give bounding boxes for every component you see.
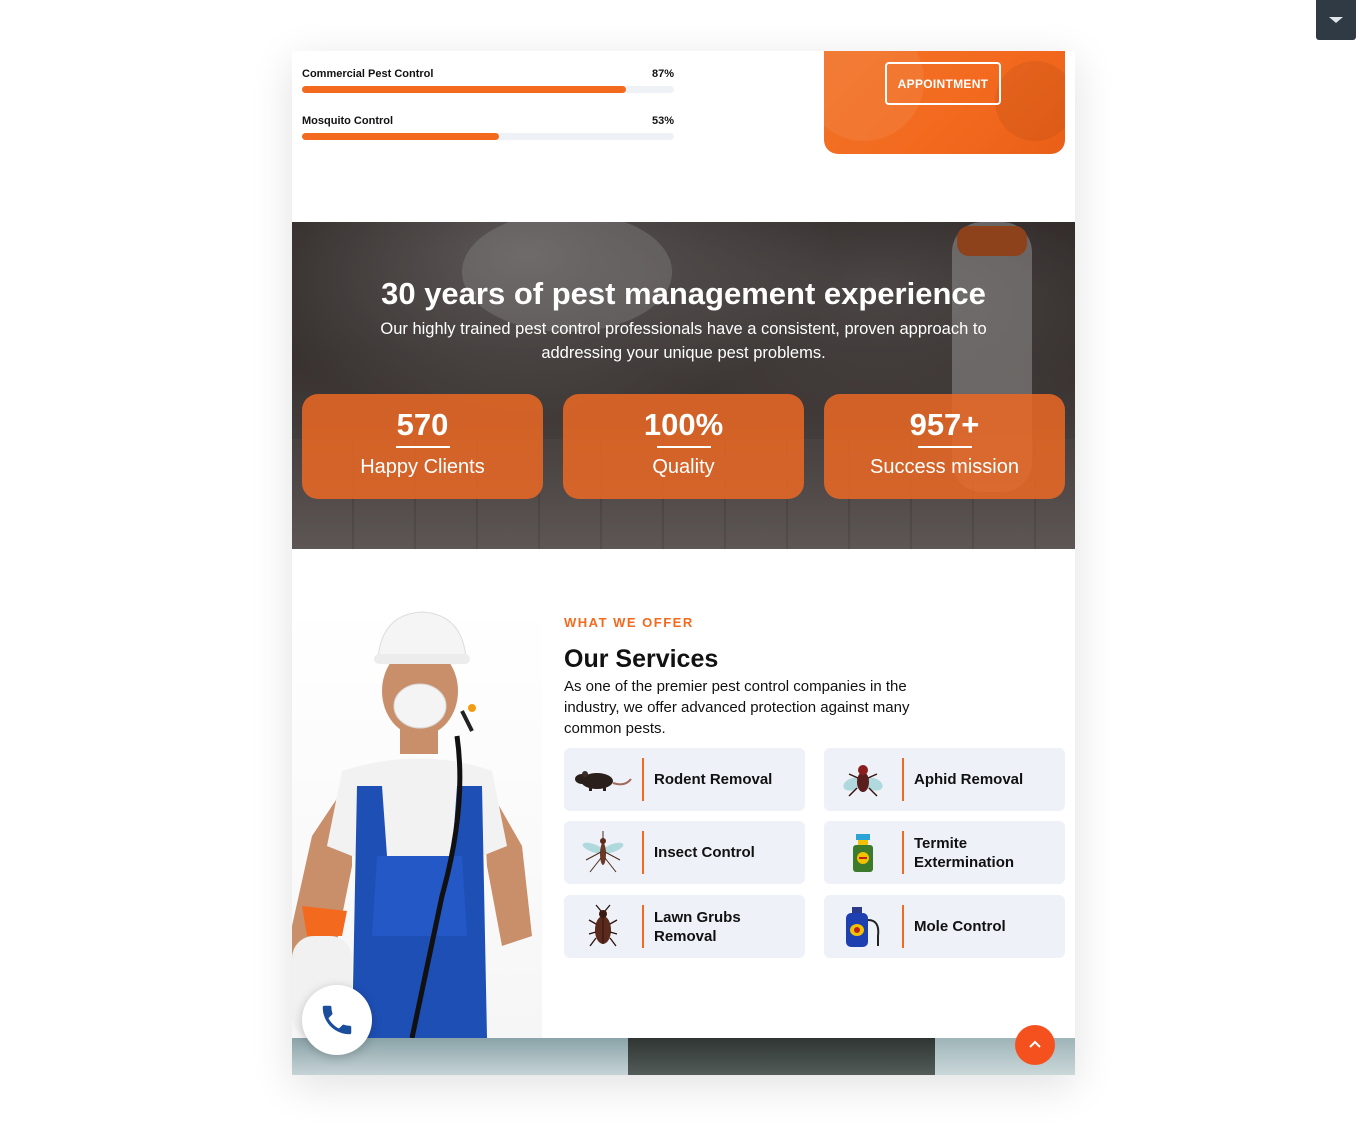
stat-happy-clients: 570 Happy Clients bbox=[302, 394, 543, 499]
service-insect-control[interactable]: Insect Control bbox=[564, 821, 805, 884]
service-separator bbox=[902, 758, 904, 801]
service-label: Rodent Removal bbox=[654, 771, 773, 788]
stat-divider bbox=[395, 446, 450, 448]
service-icon-wrap bbox=[564, 895, 642, 958]
appointment-button[interactable]: APPOINTMENT bbox=[885, 62, 1001, 105]
scroll-to-top-button[interactable] bbox=[1015, 1025, 1055, 1065]
service-rodent-removal[interactable]: Rodent Removal bbox=[564, 748, 805, 811]
experience-hero: 30 years of pest management experience O… bbox=[292, 222, 1075, 549]
skill-mosquito-control: Mosquito Control 53% bbox=[302, 115, 674, 140]
decor-circle bbox=[995, 61, 1065, 141]
service-separator bbox=[642, 758, 644, 801]
cockroach-icon bbox=[588, 904, 618, 946]
stat-quality: 100% Quality bbox=[563, 394, 804, 499]
progress-track bbox=[302, 133, 674, 140]
corner-dropdown-toggle[interactable] bbox=[1316, 0, 1356, 40]
service-aphid-removal[interactable]: Aphid Removal bbox=[824, 748, 1065, 811]
service-label: Insect Control bbox=[654, 844, 755, 861]
gallery-image bbox=[628, 1038, 935, 1075]
skill-label: Mosquito Control bbox=[302, 115, 394, 127]
service-label: Termite Extermination bbox=[914, 834, 1015, 871]
services-eyebrow: WHAT WE OFFER bbox=[564, 615, 694, 630]
service-icon-wrap bbox=[824, 748, 902, 811]
stat-number: 100% bbox=[643, 407, 724, 442]
hero-title: 30 years of pest management experience bbox=[381, 276, 986, 311]
stat-number: 957+ bbox=[909, 407, 980, 442]
service-separator bbox=[902, 831, 904, 874]
progress-track bbox=[302, 86, 674, 93]
phone-icon bbox=[322, 1005, 352, 1035]
service-icon-wrap bbox=[824, 895, 902, 958]
service-termite-extermination[interactable]: Termite Extermination bbox=[824, 821, 1065, 884]
fly-icon bbox=[843, 764, 883, 797]
hero-overlay bbox=[292, 222, 1075, 549]
services-title: Our Services bbox=[564, 645, 719, 673]
skill-commercial-pest-control: Commercial Pest Control 87% bbox=[302, 68, 674, 93]
gallery-strip bbox=[292, 1038, 1075, 1075]
mosquito-icon bbox=[582, 830, 624, 872]
service-separator bbox=[902, 905, 904, 948]
call-button[interactable] bbox=[302, 985, 372, 1055]
stat-success-mission: 957+ Success mission bbox=[824, 394, 1065, 499]
stat-divider bbox=[656, 446, 711, 448]
service-icon-wrap bbox=[564, 748, 642, 811]
spray-bottle-icon bbox=[853, 833, 873, 872]
skill-percent: 87% bbox=[651, 68, 674, 80]
stat-number: 570 bbox=[396, 407, 449, 442]
appointment-card: APPOINTMENT bbox=[824, 51, 1065, 154]
service-label: Mole Control bbox=[914, 918, 1006, 935]
page-container: Commercial Pest Control 87% Mosquito Con… bbox=[292, 51, 1075, 1075]
skill-label: Commercial Pest Control bbox=[302, 68, 434, 80]
services-description: As one of the premier pest control compa… bbox=[564, 678, 910, 737]
sprayer-icon bbox=[846, 906, 880, 947]
chevron-up-icon bbox=[1029, 1040, 1041, 1048]
service-label: Aphid Removal bbox=[914, 771, 1024, 788]
hero-subtitle: Our highly trained pest control professi… bbox=[380, 320, 987, 362]
progress-fill bbox=[302, 86, 626, 93]
progress-fill bbox=[302, 133, 500, 140]
skill-percent: 53% bbox=[651, 115, 674, 127]
pest-control-worker-image bbox=[292, 606, 542, 1038]
service-mole-control[interactable]: Mole Control bbox=[824, 895, 1065, 958]
chevron-down-icon bbox=[1329, 17, 1343, 23]
worker-illustration bbox=[292, 611, 532, 1038]
service-separator bbox=[642, 905, 644, 948]
service-lawn-grubs-removal[interactable]: Lawn Grubs Removal bbox=[564, 895, 805, 958]
service-icon-wrap bbox=[824, 821, 902, 884]
service-label: Lawn Grubs Removal bbox=[654, 908, 741, 945]
stat-label: Success mission bbox=[870, 456, 1019, 478]
rat-icon bbox=[575, 770, 632, 791]
stat-divider bbox=[917, 446, 972, 448]
service-icon-wrap bbox=[564, 821, 642, 884]
stat-label: Quality bbox=[652, 456, 715, 478]
stat-label: Happy Clients bbox=[360, 456, 485, 478]
service-separator bbox=[642, 831, 644, 874]
